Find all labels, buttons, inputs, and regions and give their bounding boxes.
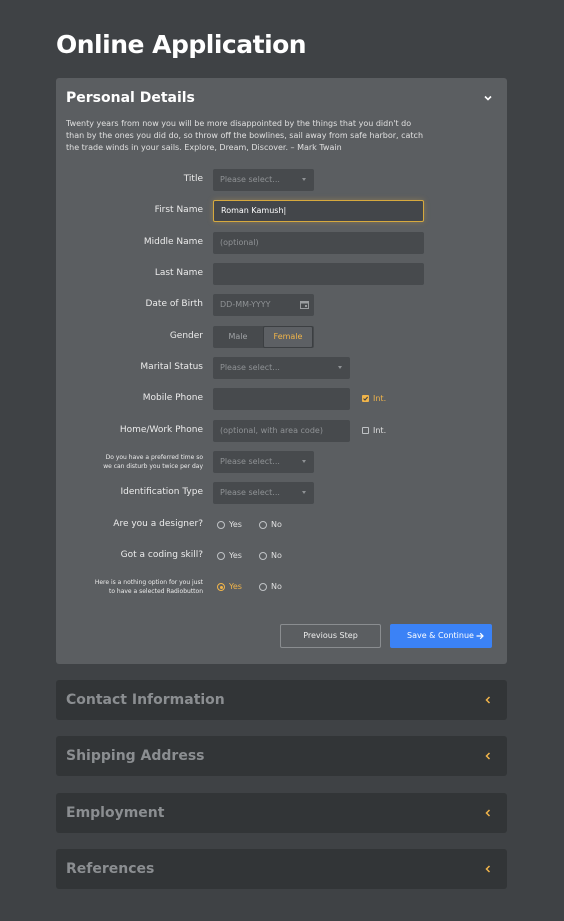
section-shipping-address[interactable]: Shipping Address bbox=[56, 736, 507, 776]
coding-yes-label: Yes bbox=[229, 551, 242, 560]
chevron-left-icon bbox=[485, 752, 491, 760]
home-work-intl-label: Int. bbox=[373, 426, 387, 435]
nothing-row: Here is a nothing option for you just to… bbox=[56, 576, 507, 598]
identification-select[interactable]: Please select... bbox=[213, 482, 314, 504]
last-name-row: Last Name bbox=[56, 263, 507, 285]
marital-row: Marital Status Please select... bbox=[56, 357, 507, 379]
identification-label: Identification Type bbox=[120, 487, 203, 497]
arrow-right-icon bbox=[476, 632, 484, 640]
chevron-left-icon bbox=[485, 809, 491, 817]
gender-row: Gender Male Female bbox=[56, 326, 507, 348]
coding-label: Got a coding skill? bbox=[120, 550, 203, 560]
mobile-row: Mobile Phone Int. bbox=[56, 388, 507, 410]
dob-input[interactable]: DD-MM-YYYY bbox=[213, 294, 314, 316]
middle-name-label: Middle Name bbox=[143, 237, 203, 247]
title-label: Title bbox=[183, 174, 203, 184]
nothing-yes-radio[interactable] bbox=[217, 583, 225, 591]
dob-label: Date of Birth bbox=[145, 299, 203, 309]
section-contact-information[interactable]: Contact Information bbox=[56, 680, 507, 720]
middle-name-row: Middle Name (optional) bbox=[56, 232, 507, 254]
mobile-intl-checkbox[interactable] bbox=[362, 395, 369, 402]
gender-label: Gender bbox=[169, 331, 203, 341]
preferred-time-label-line1: Do you have a preferred time so bbox=[105, 454, 203, 461]
gender-option-female[interactable]: Female bbox=[263, 326, 313, 348]
title-placeholder: Please select... bbox=[220, 175, 280, 184]
caret-down-icon bbox=[302, 491, 306, 494]
chevron-left-icon bbox=[485, 865, 491, 873]
home-work-intl-checkbox[interactable] bbox=[362, 427, 369, 434]
section-title: References bbox=[66, 861, 155, 877]
last-name-input[interactable] bbox=[213, 263, 424, 285]
marital-label: Marital Status bbox=[140, 362, 203, 372]
coding-row: Got a coding skill? Yes No bbox=[56, 545, 507, 567]
gender-toggle: Male Female bbox=[213, 326, 314, 348]
save-continue-label: Save & Continue bbox=[407, 631, 474, 640]
mobile-label: Mobile Phone bbox=[142, 393, 203, 403]
home-work-input[interactable]: (optional, with area code) bbox=[213, 420, 350, 442]
designer-yes-label: Yes bbox=[229, 520, 242, 529]
mobile-intl-label: Int. bbox=[373, 394, 387, 403]
nothing-label-line1: Here is a nothing option for you just bbox=[94, 579, 203, 586]
home-work-label: Home/Work Phone bbox=[119, 425, 203, 435]
caret-down-icon bbox=[302, 460, 306, 463]
first-name-input[interactable]: Roman Kamush| bbox=[213, 200, 424, 222]
nothing-no-radio[interactable] bbox=[259, 583, 267, 591]
dob-placeholder: DD-MM-YYYY bbox=[220, 300, 271, 309]
section-title: Employment bbox=[66, 805, 165, 821]
nothing-label: Here is a nothing option for you just to… bbox=[95, 578, 203, 596]
designer-row: Are you a designer? Yes No bbox=[56, 514, 507, 536]
designer-no-radio[interactable] bbox=[259, 521, 267, 529]
calendar-icon[interactable] bbox=[300, 300, 309, 309]
personal-details-panel: Personal Details Twenty years from now y… bbox=[56, 78, 507, 664]
previous-step-button[interactable]: Previous Step bbox=[280, 624, 381, 648]
personal-details-title[interactable]: Personal Details bbox=[66, 90, 195, 106]
coding-yes-radio[interactable] bbox=[217, 552, 225, 560]
designer-no-label: No bbox=[271, 520, 282, 529]
designer-yes-radio[interactable] bbox=[217, 521, 225, 529]
title-row: Title Please select... bbox=[56, 169, 507, 191]
nothing-no-label: No bbox=[271, 582, 282, 591]
chevron-left-icon bbox=[485, 696, 491, 704]
coding-no-label: No bbox=[271, 551, 282, 560]
preferred-time-select[interactable]: Please select... bbox=[213, 451, 314, 473]
identification-placeholder: Please select... bbox=[220, 488, 280, 497]
quote-text: Twenty years from now you will be more d… bbox=[66, 119, 424, 152]
home-work-row: Home/Work Phone (optional, with area cod… bbox=[56, 420, 507, 442]
check-icon bbox=[363, 396, 369, 401]
dob-row: Date of Birth DD-MM-YYYY bbox=[56, 294, 507, 316]
first-name-label: First Name bbox=[154, 205, 203, 215]
mobile-input[interactable] bbox=[213, 388, 350, 410]
designer-label: Are you a designer? bbox=[113, 519, 203, 529]
section-employment[interactable]: Employment bbox=[56, 793, 507, 833]
title-select[interactable]: Please select... bbox=[213, 169, 314, 191]
coding-no-radio[interactable] bbox=[259, 552, 267, 560]
save-continue-button[interactable]: Save & Continue bbox=[390, 624, 492, 648]
section-title: Contact Information bbox=[66, 692, 225, 708]
preferred-time-label-line2: we can disturb you twice per day bbox=[103, 463, 203, 470]
caret-down-icon bbox=[338, 366, 342, 369]
preferred-time-label: Do you have a preferred time so we can d… bbox=[103, 453, 203, 471]
identification-row: Identification Type Please select... bbox=[56, 482, 507, 504]
nothing-yes-label: Yes bbox=[229, 582, 242, 591]
section-references[interactable]: References bbox=[56, 849, 507, 889]
last-name-label: Last Name bbox=[154, 268, 203, 278]
nothing-label-line2: to have a selected Radiobutton bbox=[108, 588, 203, 595]
preferred-time-row: Do you have a preferred time so we can d… bbox=[56, 451, 507, 473]
section-title: Shipping Address bbox=[66, 748, 205, 764]
page-title: Online Application bbox=[56, 30, 307, 59]
chevron-down-icon[interactable] bbox=[481, 91, 495, 105]
middle-name-input[interactable]: (optional) bbox=[213, 232, 424, 254]
marital-placeholder: Please select... bbox=[220, 363, 280, 372]
caret-down-icon bbox=[302, 178, 306, 181]
gender-option-male[interactable]: Male bbox=[213, 326, 263, 348]
first-name-row: First Name Roman Kamush| bbox=[56, 200, 507, 222]
preferred-time-placeholder: Please select... bbox=[220, 457, 280, 466]
marital-select[interactable]: Please select... bbox=[213, 357, 350, 379]
